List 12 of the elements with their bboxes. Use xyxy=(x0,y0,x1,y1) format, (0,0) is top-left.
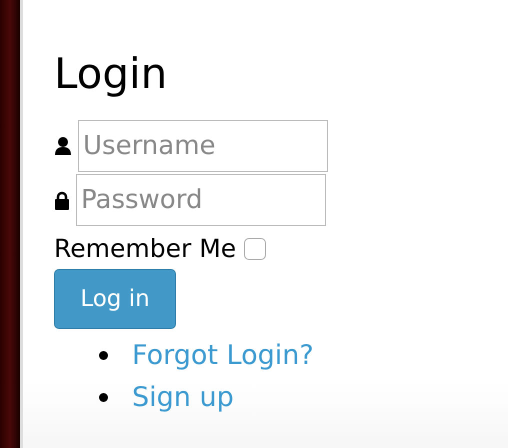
link[interactable]: Sign up xyxy=(132,382,234,412)
remember-label: Remember Me xyxy=(54,234,236,263)
link[interactable]: Forgot Login? xyxy=(132,340,314,370)
login-button[interactable]: Log in xyxy=(54,269,176,329)
list-bullet xyxy=(99,392,108,402)
user-icon xyxy=(54,136,72,156)
list-bullet xyxy=(99,350,108,360)
lock-icon xyxy=(54,190,70,210)
page-title: Login xyxy=(54,48,168,100)
remember-checkbox[interactable] xyxy=(244,238,266,260)
username-field[interactable]: Username xyxy=(78,120,328,172)
password-field[interactable]: Password xyxy=(76,174,326,226)
